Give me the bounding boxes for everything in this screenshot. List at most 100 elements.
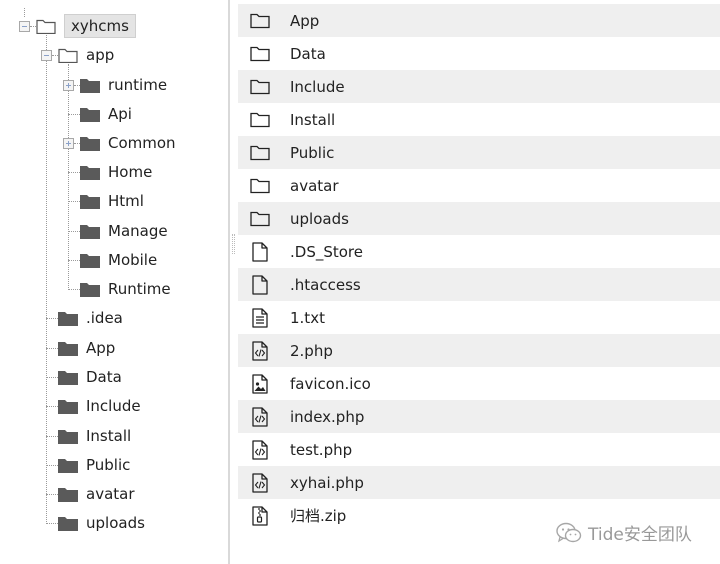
file-name: Data <box>290 44 326 63</box>
collapse-toggle[interactable] <box>41 50 52 61</box>
folder-filled-icon <box>58 371 78 385</box>
file-name: 2.php <box>290 341 333 360</box>
tree-node-app-dir[interactable]: App <box>58 336 115 360</box>
folder-filled-icon <box>58 517 78 531</box>
file-row[interactable]: App <box>238 4 720 37</box>
zip-file-icon <box>250 505 270 526</box>
tree-node-runtime[interactable]: runtime <box>80 73 167 97</box>
file-row[interactable]: .htaccess <box>238 268 720 301</box>
collapse-toggle[interactable] <box>19 21 30 32</box>
tree-guide-line <box>68 64 69 290</box>
file-name: App <box>290 11 320 30</box>
pane-splitter[interactable] <box>228 0 238 564</box>
file-row[interactable]: xyhai.php <box>238 466 720 499</box>
tree-node-label: Runtime <box>108 280 171 298</box>
file-row[interactable]: test.php <box>238 433 720 466</box>
file-row[interactable]: uploads <box>238 202 720 235</box>
tree-node-data[interactable]: Data <box>58 365 122 389</box>
tree-node-public[interactable]: Public <box>58 453 130 477</box>
tree-node-mobile[interactable]: Mobile <box>80 248 157 272</box>
folder-filled-icon <box>80 79 100 93</box>
file-row[interactable]: Public <box>238 136 720 169</box>
code-file-icon <box>250 439 270 460</box>
image-file-icon <box>250 373 270 394</box>
file-list: App Data Include Install Public avatar u… <box>238 4 720 532</box>
tree-guide-line <box>46 35 47 524</box>
folder-outline-icon <box>250 44 270 64</box>
expand-toggle[interactable] <box>63 80 74 91</box>
tree-node-label: Install <box>86 427 132 445</box>
folder-filled-icon <box>80 166 100 180</box>
tree-node-label: Mobile <box>108 251 158 269</box>
tree-node-label: App <box>86 339 116 357</box>
tree-guide-line <box>24 8 25 17</box>
watermark-text: Tide安全团队 <box>588 525 692 545</box>
tree-node-app[interactable]: app <box>58 43 114 67</box>
tree-node-label: uploads <box>86 514 145 532</box>
tree-node-uploads[interactable]: uploads <box>58 511 145 535</box>
tree-node-label: Manage <box>108 222 168 240</box>
watermark: Tide安全团队 <box>556 520 692 545</box>
tree-node-include[interactable]: Include <box>58 394 141 418</box>
tree-node-label: Data <box>86 368 122 386</box>
tree-node-manage[interactable]: Manage <box>80 219 168 243</box>
file-row[interactable]: 1.txt <box>238 301 720 334</box>
folder-filled-icon <box>80 225 100 239</box>
file-icon <box>250 274 270 295</box>
file-row[interactable]: Data <box>238 37 720 70</box>
file-row[interactable]: Include <box>238 70 720 103</box>
file-name: Include <box>290 77 345 96</box>
file-row[interactable]: avatar <box>238 169 720 202</box>
file-name: 归档.zip <box>290 507 347 525</box>
tree-node-label: Include <box>86 397 141 415</box>
tree-node-label: Api <box>108 105 132 123</box>
tree-node-avatar[interactable]: avatar <box>58 482 135 506</box>
tree-node-label: xyhcms <box>64 14 136 38</box>
folder-filled-icon <box>80 254 100 268</box>
folder-outline-icon <box>250 143 270 163</box>
code-file-icon <box>250 406 270 427</box>
file-row[interactable]: index.php <box>238 400 720 433</box>
tree-node-label: avatar <box>86 485 135 503</box>
folder-outline-icon <box>250 209 270 229</box>
folder-filled-icon <box>58 488 78 502</box>
tree-node-runtime-upper[interactable]: Runtime <box>80 277 171 301</box>
file-row[interactable]: .DS_Store <box>238 235 720 268</box>
folder-open-outline-icon <box>36 19 56 34</box>
file-name: avatar <box>290 176 339 195</box>
file-row[interactable]: favicon.ico <box>238 367 720 400</box>
file-row[interactable]: 2.php <box>238 334 720 367</box>
folder-outline-icon <box>250 110 270 130</box>
file-row[interactable]: Install <box>238 103 720 136</box>
code-file-icon <box>250 340 270 361</box>
folder-filled-icon <box>80 283 100 297</box>
file-name: xyhai.php <box>290 473 364 492</box>
tree-node-idea[interactable]: .idea <box>58 306 123 330</box>
file-name: 1.txt <box>290 308 325 327</box>
folder-filled-icon <box>58 400 78 414</box>
folder-filled-icon <box>80 108 100 122</box>
tree-node-label: .idea <box>86 309 123 327</box>
tree-node-xyhcms[interactable]: xyhcms <box>36 14 136 38</box>
file-name: .htaccess <box>290 275 361 294</box>
folder-outline-icon <box>250 11 270 31</box>
tree-node-label: runtime <box>108 76 168 94</box>
folder-filled-icon <box>58 312 78 326</box>
tree-node-home[interactable]: Home <box>80 160 152 184</box>
splitter-grip[interactable] <box>232 234 235 254</box>
tree-node-api[interactable]: Api <box>80 102 132 126</box>
tree-node-html[interactable]: Html <box>80 189 144 213</box>
folder-filled-icon <box>58 342 78 356</box>
expand-toggle[interactable] <box>63 138 74 149</box>
tree-node-common[interactable]: Common <box>80 131 176 155</box>
file-icon <box>250 241 270 262</box>
file-name: test.php <box>290 440 353 459</box>
tree-node-label: Html <box>108 192 144 210</box>
tree-node-install[interactable]: Install <box>58 424 131 448</box>
file-name: Install <box>290 110 336 129</box>
tree-node-label: Home <box>108 163 153 181</box>
tree-node-label: Public <box>86 456 131 474</box>
tree-node-label: Common <box>108 134 176 152</box>
tree-node-label: app <box>86 46 115 64</box>
file-name: index.php <box>290 407 365 426</box>
